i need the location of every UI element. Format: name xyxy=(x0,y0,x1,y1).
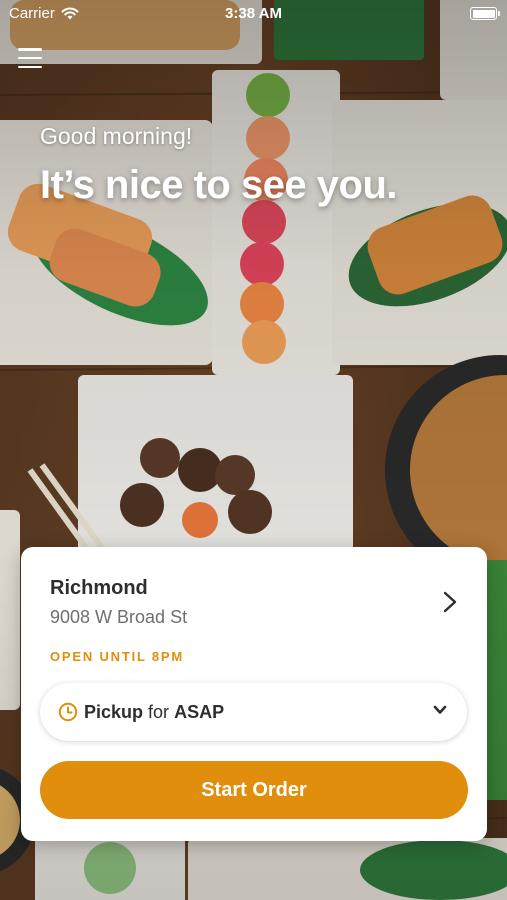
status-time: 3:38 AM xyxy=(225,5,282,22)
order-mode: Pickup xyxy=(84,701,144,722)
order-connector: for xyxy=(148,701,170,722)
store-address[interactable]: 9008 W Broad St xyxy=(50,607,187,628)
hamburger-menu-icon[interactable] xyxy=(18,48,42,68)
greeting-text: Good morning! xyxy=(40,123,193,149)
status-bar: Carrier 3:38 AM xyxy=(0,0,507,28)
battery-icon xyxy=(470,7,500,20)
store-name[interactable]: Richmond xyxy=(50,577,148,600)
location-card: Richmond 9008 W Broad St OPEN UNTIL 8PM … xyxy=(21,547,487,841)
order-type-selector[interactable]: Pickup for ASAP xyxy=(40,683,467,741)
welcome-headline: It’s nice to see you. xyxy=(40,163,398,207)
order-time: ASAP xyxy=(174,701,225,722)
order-type-text: Pickup for ASAP xyxy=(84,702,224,723)
store-hours: OPEN UNTIL 8PM xyxy=(50,649,185,664)
clock-icon xyxy=(58,702,78,722)
chevron-down-icon[interactable] xyxy=(433,705,447,715)
start-order-button[interactable]: Start Order xyxy=(40,761,468,819)
chevron-right-icon[interactable] xyxy=(443,591,457,613)
